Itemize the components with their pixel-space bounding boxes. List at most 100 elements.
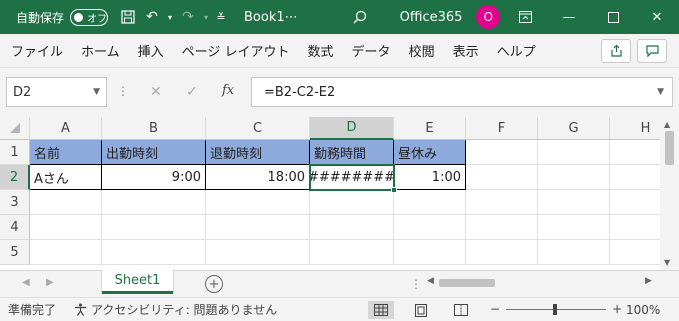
tab-insert[interactable]: 挿入 bbox=[127, 41, 171, 60]
row-header-4[interactable]: 4 bbox=[0, 215, 30, 240]
cell-c3[interactable] bbox=[206, 190, 310, 215]
column-header-f[interactable]: F bbox=[466, 117, 538, 140]
autosave-control[interactable]: 自動保存 オフ bbox=[16, 8, 109, 26]
cell-h2[interactable] bbox=[610, 165, 660, 190]
maximize-icon[interactable] bbox=[591, 0, 635, 34]
column-header-c[interactable]: C bbox=[206, 117, 310, 140]
tab-review[interactable]: 校閲 bbox=[398, 41, 442, 60]
tab-data[interactable]: データ bbox=[341, 41, 398, 60]
formula-bar-grip-icon[interactable]: ⋮ bbox=[117, 84, 129, 98]
tab-page-layout[interactable]: ページ レイアウト bbox=[171, 41, 297, 60]
cell-c1[interactable]: 退勤時刻 bbox=[206, 140, 310, 165]
cell-b5[interactable] bbox=[102, 240, 206, 265]
zoom-in-icon[interactable]: + bbox=[612, 302, 622, 316]
autosave-toggle[interactable]: オフ bbox=[70, 8, 109, 26]
column-header-h[interactable]: H bbox=[610, 117, 660, 140]
insert-function-icon[interactable]: fx bbox=[222, 83, 234, 98]
cell-a5[interactable] bbox=[30, 240, 102, 265]
cell-f5[interactable] bbox=[466, 240, 538, 265]
name-box[interactable]: D2 ▼ bbox=[6, 77, 107, 107]
cell-g1[interactable] bbox=[538, 140, 610, 165]
tab-file[interactable]: ファイル bbox=[0, 41, 70, 60]
close-icon[interactable]: ✕ bbox=[635, 0, 679, 34]
cell-f1[interactable] bbox=[466, 140, 538, 165]
row-header-5[interactable]: 5 bbox=[0, 240, 30, 265]
tab-split-handle-icon[interactable]: ⋮ bbox=[410, 277, 422, 291]
zoom-out-icon[interactable]: − bbox=[490, 302, 500, 316]
redo-dropdown-icon[interactable]: ▾ bbox=[200, 5, 212, 29]
scroll-down-icon[interactable]: ▼ bbox=[664, 258, 670, 267]
customize-qat-icon[interactable]: ≚ bbox=[212, 5, 230, 29]
cell-f2[interactable] bbox=[466, 165, 538, 190]
redo-icon[interactable]: ↷ bbox=[176, 5, 200, 29]
tab-view[interactable]: 表示 bbox=[442, 41, 486, 60]
column-header-d[interactable]: D bbox=[310, 117, 394, 140]
cell-g3[interactable] bbox=[538, 190, 610, 215]
column-header-g[interactable]: G bbox=[538, 117, 610, 140]
cell-g5[interactable] bbox=[538, 240, 610, 265]
horizontal-scroll-thumb[interactable] bbox=[439, 279, 495, 287]
column-header-e[interactable]: E bbox=[394, 117, 466, 140]
cell-h4[interactable] bbox=[610, 215, 660, 240]
cell-e5[interactable] bbox=[394, 240, 466, 265]
normal-view-icon[interactable] bbox=[368, 301, 394, 319]
formula-input[interactable]: =B2-C2-E2 ▼ bbox=[251, 77, 673, 107]
cell-f3[interactable] bbox=[466, 190, 538, 215]
cell-e4[interactable] bbox=[394, 215, 466, 240]
undo-dropdown-icon[interactable]: ▾ bbox=[164, 5, 176, 29]
zoom-level[interactable]: 100% bbox=[626, 303, 660, 317]
tab-help[interactable]: ヘルプ bbox=[486, 41, 543, 60]
cell-g2[interactable] bbox=[538, 165, 610, 190]
comments-icon[interactable] bbox=[637, 38, 667, 63]
cell-b2[interactable]: 9:00 bbox=[102, 165, 206, 190]
enter-icon[interactable]: ✓ bbox=[186, 84, 198, 100]
sheet-prev-icon[interactable]: ◀ bbox=[22, 277, 30, 288]
search-icon[interactable] bbox=[348, 5, 372, 29]
chevron-down-icon[interactable]: ▼ bbox=[93, 87, 100, 97]
cell-b1[interactable]: 出勤時刻 bbox=[102, 140, 206, 165]
cell-b4[interactable] bbox=[102, 215, 206, 240]
sheet-next-icon[interactable]: ▶ bbox=[46, 277, 54, 288]
tab-home[interactable]: ホーム bbox=[70, 41, 127, 60]
cell-h5[interactable] bbox=[610, 240, 660, 265]
row-header-1[interactable]: 1 bbox=[0, 140, 30, 165]
horizontal-scrollbar[interactable]: ◀ ▶ bbox=[425, 276, 657, 290]
column-header-a[interactable]: A bbox=[30, 117, 102, 140]
cell-e1[interactable]: 昼休み bbox=[394, 140, 466, 165]
cell-d5[interactable] bbox=[310, 240, 394, 265]
row-header-2[interactable]: 2 bbox=[0, 165, 30, 190]
page-layout-view-icon[interactable] bbox=[408, 301, 434, 319]
cell-d1[interactable]: 勤務時間 bbox=[310, 140, 394, 165]
tab-formulas[interactable]: 数式 bbox=[297, 41, 341, 60]
scroll-left-icon[interactable]: ◀ bbox=[427, 276, 434, 286]
cell-e2[interactable]: 1:00 bbox=[394, 165, 466, 190]
zoom-slider[interactable]: − + bbox=[490, 302, 622, 316]
sheet-tab-sheet1[interactable]: Sheet1 bbox=[102, 270, 173, 294]
vertical-scroll-thumb[interactable] bbox=[665, 131, 674, 165]
cell-d3[interactable] bbox=[310, 190, 394, 215]
fill-handle[interactable] bbox=[391, 187, 397, 193]
zoom-track[interactable] bbox=[506, 303, 607, 315]
cell-b3[interactable] bbox=[102, 190, 206, 215]
cell-d4[interactable] bbox=[310, 215, 394, 240]
cell-a1[interactable]: 名前 bbox=[30, 140, 102, 165]
worksheet-grid[interactable]: A B C D E F G H 1 2 3 4 5 名前 出勤時刻 退勤時刻 勤… bbox=[0, 117, 660, 270]
zoom-knob[interactable] bbox=[553, 303, 558, 315]
minimize-icon[interactable]: — bbox=[547, 0, 591, 34]
scroll-right-icon[interactable]: ▶ bbox=[645, 276, 652, 286]
accessibility-status[interactable]: アクセシビリティ: 問題ありません bbox=[74, 301, 277, 318]
cell-a4[interactable] bbox=[30, 215, 102, 240]
undo-icon[interactable]: ↶ bbox=[140, 5, 164, 29]
expand-formula-icon[interactable]: ▼ bbox=[657, 87, 664, 97]
cell-a3[interactable] bbox=[30, 190, 102, 215]
page-break-view-icon[interactable] bbox=[448, 301, 474, 319]
cell-c2[interactable]: 18:00 bbox=[206, 165, 310, 190]
scroll-up-icon[interactable]: ▲ bbox=[664, 120, 670, 129]
share-icon[interactable] bbox=[601, 38, 631, 63]
column-header-b[interactable]: B bbox=[102, 117, 206, 140]
cancel-icon[interactable]: ✕ bbox=[150, 84, 162, 100]
cell-h1[interactable] bbox=[610, 140, 660, 165]
document-name[interactable]: Book1⋯ bbox=[244, 10, 298, 25]
select-all-corner[interactable] bbox=[0, 117, 30, 140]
avatar[interactable]: O bbox=[476, 5, 501, 29]
